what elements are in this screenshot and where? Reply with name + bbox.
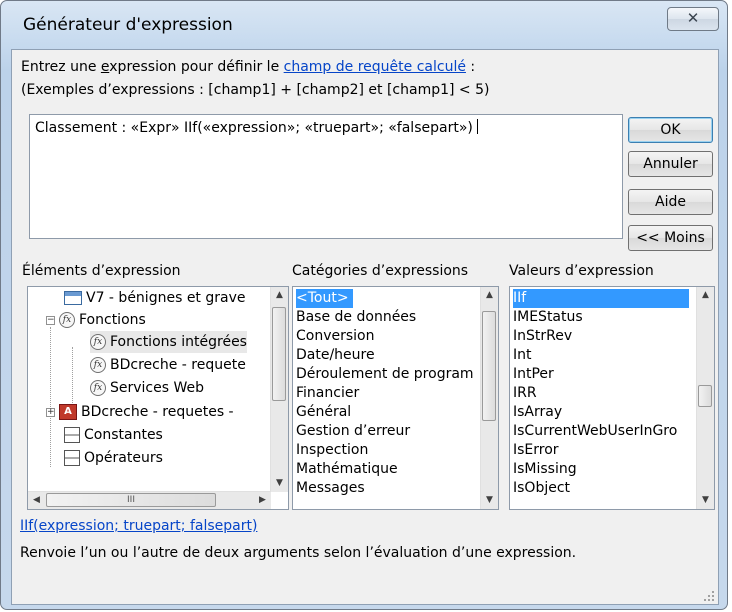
list-item[interactable]: Gestion d’erreur bbox=[296, 422, 410, 441]
list-item[interactable]: Date/heure bbox=[296, 346, 375, 365]
list-item[interactable]: IntPer bbox=[513, 365, 554, 384]
tree-guide-line bbox=[50, 327, 51, 467]
values-list[interactable]: IIf IMEStatus InStrRev Int IntPer IRR Is… bbox=[509, 286, 715, 510]
list-item-selected[interactable]: IIf bbox=[513, 289, 689, 308]
scroll-down-arrow-icon[interactable]: ▼ bbox=[697, 492, 714, 509]
database-icon: A bbox=[59, 404, 77, 420]
scroll-up-arrow-icon[interactable]: ▲ bbox=[697, 287, 714, 304]
list-item[interactable]: IMEStatus bbox=[513, 308, 583, 327]
tree-item-builtin-functions[interactable]: fx Fonctions intégrées bbox=[90, 331, 247, 353]
function-signature-link[interactable]: IIf(expression; truepart; falsepart) bbox=[20, 518, 257, 534]
tree-item-web-services[interactable]: fx Services Web bbox=[90, 377, 204, 399]
scroll-thumb[interactable] bbox=[272, 307, 286, 401]
expression-editor[interactable]: Classement : «Expr» IIf(«expression»; «t… bbox=[29, 114, 623, 239]
list-item[interactable]: Int bbox=[513, 346, 532, 365]
values-vertical-scrollbar[interactable]: ▲ ▼ bbox=[696, 287, 714, 509]
list-item[interactable]: Déroulement de program bbox=[296, 365, 474, 384]
elements-vertical-scrollbar[interactable]: ▲ ▼ bbox=[270, 287, 288, 492]
expand-icon[interactable]: + bbox=[46, 407, 55, 417]
scroll-up-arrow-icon[interactable]: ▲ bbox=[271, 287, 288, 304]
tree-item-operators[interactable]: Opérateurs bbox=[64, 447, 163, 469]
list-item-selected[interactable]: <Tout> bbox=[296, 289, 353, 308]
dialog-content: Entrez une expression pour définir le ch… bbox=[11, 49, 719, 605]
elements-horizontal-scrollbar[interactable]: ◀ III ▶ bbox=[28, 491, 271, 509]
close-icon: ✕ bbox=[686, 9, 700, 27]
list-item[interactable]: Inspection bbox=[296, 441, 368, 460]
close-button[interactable]: ✕ bbox=[667, 7, 719, 31]
categories-label: Catégories d’expressions bbox=[292, 263, 469, 279]
tree-item-db-functions[interactable]: fx BDcreche - requete bbox=[90, 354, 246, 376]
expression-text: Classement : «Expr» IIf(«expression»; «t… bbox=[35, 120, 473, 136]
collapse-icon[interactable]: − bbox=[46, 315, 55, 325]
categories-vertical-scrollbar[interactable]: ▲ ▼ bbox=[480, 287, 498, 509]
list-item[interactable]: Financier bbox=[296, 384, 359, 403]
tree-item-database[interactable]: + A BDcreche - requetes - bbox=[46, 401, 234, 423]
tree-item-label: Fonctions intégrées bbox=[110, 334, 247, 350]
prompt-examples: (Exemples d’expressions : [champ1] + [ch… bbox=[21, 82, 490, 98]
list-item[interactable]: IsError bbox=[513, 441, 559, 460]
ok-button[interactable]: OK bbox=[628, 117, 713, 143]
function-icon: fx bbox=[90, 334, 106, 350]
prompt-access-key: e bbox=[100, 59, 110, 75]
prompt-line-1: Entrez une expression pour définir le ch… bbox=[21, 59, 475, 75]
scroll-thumb[interactable] bbox=[698, 385, 712, 407]
constants-icon bbox=[64, 427, 80, 443]
function-icon: fx bbox=[90, 357, 106, 373]
tree-item-label: Constantes bbox=[84, 427, 163, 443]
list-item[interactable]: Conversion bbox=[296, 327, 375, 346]
tree-item-table[interactable]: V7 - bénignes et grave bbox=[64, 287, 246, 309]
scroll-thumb[interactable] bbox=[482, 311, 496, 421]
resize-grip-icon[interactable] bbox=[704, 591, 714, 601]
help-button[interactable]: Aide bbox=[628, 189, 713, 215]
list-item[interactable]: IsObject bbox=[513, 479, 570, 498]
scroll-right-arrow-icon[interactable]: ▶ bbox=[254, 492, 271, 509]
list-item[interactable]: Base de données bbox=[296, 308, 416, 327]
scroll-left-arrow-icon[interactable]: ◀ bbox=[28, 492, 45, 509]
list-item[interactable]: Messages bbox=[296, 479, 365, 498]
tree-item-label: BDcreche - requetes - bbox=[81, 404, 234, 420]
scroll-thumb[interactable]: III bbox=[46, 493, 216, 507]
tree-item-label: Fonctions bbox=[79, 312, 146, 328]
prompt-text-mid: xpression pour définir le bbox=[109, 59, 284, 75]
prompt-text-start: Entrez une bbox=[21, 59, 101, 75]
tree-item-functions[interactable]: − fx Fonctions bbox=[46, 309, 146, 331]
calculated-field-link[interactable]: champ de requête calculé bbox=[284, 59, 466, 75]
scroll-up-arrow-icon[interactable]: ▲ bbox=[481, 287, 498, 304]
function-description: Renvoie l’un ou l’autre de deux argument… bbox=[20, 545, 577, 561]
list-item[interactable]: IsCurrentWebUserInGro bbox=[513, 422, 677, 441]
tree-item-label: V7 - bénignes et grave bbox=[86, 290, 246, 306]
list-item[interactable]: IsMissing bbox=[513, 460, 577, 479]
tree-item-label: Opérateurs bbox=[84, 450, 163, 466]
scroll-down-arrow-icon[interactable]: ▼ bbox=[271, 475, 288, 492]
tree-item-constants[interactable]: Constantes bbox=[64, 424, 163, 446]
scroll-down-arrow-icon[interactable]: ▼ bbox=[481, 492, 498, 509]
operators-icon bbox=[64, 450, 80, 466]
list-item[interactable]: Général bbox=[296, 403, 351, 422]
cancel-button[interactable]: Annuler bbox=[628, 151, 713, 177]
list-item[interactable]: IsArray bbox=[513, 403, 562, 422]
function-icon: fx bbox=[59, 312, 75, 328]
function-icon: fx bbox=[90, 380, 106, 396]
prompt-text-end: : bbox=[465, 59, 476, 75]
tree-item-label: Services Web bbox=[110, 380, 205, 396]
list-item[interactable]: InStrRev bbox=[513, 327, 572, 346]
tree-item-label: BDcreche - requete bbox=[110, 357, 246, 373]
table-icon bbox=[64, 291, 82, 305]
elements-tree[interactable]: V7 - bénignes et grave − fx Fonctions fx Fo… bbox=[27, 286, 289, 510]
less-button[interactable]: << Moins bbox=[628, 225, 713, 251]
list-item[interactable]: IRR bbox=[513, 384, 537, 403]
list-item[interactable]: Mathématique bbox=[296, 460, 398, 479]
values-label: Valeurs d’expression bbox=[509, 263, 654, 279]
text-cursor bbox=[476, 119, 478, 134]
expression-builder-dialog: Générateur d'expression ✕ Entrez une exp… bbox=[0, 0, 728, 610]
elements-label: Éléments d’expression bbox=[22, 263, 181, 279]
window-title: Générateur d'expression bbox=[23, 15, 233, 35]
categories-list[interactable]: <Tout> Base de données Conversion Date/h… bbox=[292, 286, 499, 510]
